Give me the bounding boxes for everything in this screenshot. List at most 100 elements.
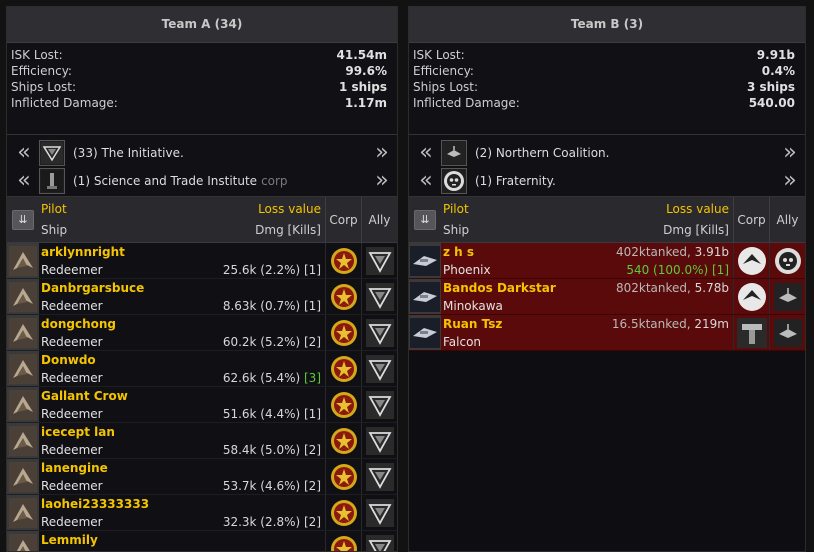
pilot-name[interactable]: Gallant Crow	[41, 387, 128, 405]
ship-name[interactable]: Minokawa	[443, 297, 503, 315]
corp-logo-icon[interactable]	[329, 534, 359, 551]
ship-name[interactable]: Redeemer	[41, 297, 103, 315]
ship-icon[interactable]	[7, 387, 39, 422]
pilot-name[interactable]: icecept lan	[41, 423, 115, 441]
corp-logo-icon[interactable]	[736, 317, 767, 348]
move-left-icon[interactable]: «	[7, 141, 35, 165]
pilot-name[interactable]: arklynnright	[41, 243, 125, 261]
corp-logo-icon[interactable]	[737, 282, 767, 312]
table-row[interactable]: Ruan Tsz 16.5ktanked, 219m Falcon	[409, 315, 805, 351]
col-pilot[interactable]: Pilot	[41, 200, 67, 218]
sti-logo-icon[interactable]	[39, 168, 65, 194]
corp-logo-icon[interactable]	[329, 426, 359, 456]
table-row[interactable]: z h s 402ktanked, 3.91b Phoenix 540 (100.0%…	[409, 243, 805, 279]
alliance-logo-icon[interactable]	[773, 246, 803, 276]
ship-icon[interactable]	[7, 351, 39, 386]
col-ship[interactable]: Ship	[41, 221, 67, 239]
alliance-name[interactable]: Northern Coalition.	[496, 146, 610, 160]
corp-logo-icon[interactable]	[329, 282, 359, 312]
alliance-logo-icon[interactable]	[365, 390, 395, 420]
col-loss[interactable]: Loss value	[666, 200, 729, 218]
nc-logo-icon[interactable]	[441, 140, 467, 166]
corp-logo-icon[interactable]	[329, 354, 359, 384]
ship-icon[interactable]	[409, 279, 441, 314]
table-row[interactable]: Danbrgarsbuce Redeemer 8.63k (0.7%) [1]	[7, 279, 397, 315]
pilot-name[interactable]: Lemmily	[41, 531, 98, 549]
sort-toggle-button[interactable]: ⇊	[12, 209, 34, 230]
ship-name[interactable]: Redeemer	[41, 405, 103, 423]
table-row[interactable]: lanengine Redeemer 53.7k (4.6%) [2]	[7, 459, 397, 495]
move-right-icon[interactable]: »	[773, 169, 801, 193]
alliance-name[interactable]: The Initiative.	[101, 146, 183, 160]
col-corp[interactable]: Corp	[733, 197, 769, 242]
pilot-name[interactable]: Danbrgarsbuce	[41, 279, 144, 297]
ship-name[interactable]: Phoenix	[443, 261, 491, 279]
move-right-icon[interactable]: »	[365, 169, 393, 193]
corp-logo-icon[interactable]	[329, 318, 359, 348]
table-row[interactable]: Bandos Darkstar 802ktanked, 5.78b Minokawa	[409, 279, 805, 315]
ship-name[interactable]: Falcon	[443, 333, 481, 351]
pilot-name[interactable]: Donwdo	[41, 351, 96, 369]
ship-name[interactable]: Redeemer	[41, 261, 103, 279]
pilot-name[interactable]: z h s	[443, 243, 474, 261]
col-dmg[interactable]: Dmg [Kills]	[255, 221, 321, 239]
ship-icon[interactable]	[7, 531, 39, 551]
col-ally[interactable]: Ally	[361, 197, 397, 242]
col-corp[interactable]: Corp	[325, 197, 361, 242]
corp-logo-icon[interactable]	[329, 246, 359, 276]
ship-icon[interactable]	[409, 243, 441, 278]
ship-icon[interactable]	[7, 495, 39, 530]
corp-logo-icon[interactable]	[329, 462, 359, 492]
pilot-name[interactable]: dongchong	[41, 315, 116, 333]
alliance-logo-icon[interactable]	[365, 426, 395, 456]
ship-icon[interactable]	[7, 279, 39, 314]
corp-logo-icon[interactable]	[329, 390, 359, 420]
table-row[interactable]: arklynnright Redeemer 25.6k (2.2%) [1]	[7, 243, 397, 279]
alliance-logo-icon[interactable]	[365, 498, 395, 528]
move-left-icon[interactable]: «	[7, 169, 35, 193]
initiative-logo-icon[interactable]	[39, 140, 65, 166]
sort-toggle-button[interactable]: ⇊	[414, 209, 436, 230]
col-ship[interactable]: Ship	[443, 221, 469, 239]
fraternity-logo-icon[interactable]	[441, 168, 467, 194]
move-left-icon[interactable]: «	[409, 169, 437, 193]
pilot-name[interactable]: laohei23333333	[41, 495, 149, 513]
col-dmg[interactable]: Dmg [Kills]	[663, 221, 729, 239]
table-row[interactable]: icecept lan Redeemer 58.4k (5.0%) [2]	[7, 423, 397, 459]
corp-logo-icon[interactable]	[737, 246, 767, 276]
alliance-logo-icon[interactable]	[365, 354, 395, 384]
alliance-logo-icon[interactable]	[365, 534, 395, 551]
pilot-name[interactable]: Ruan Tsz	[443, 315, 502, 333]
move-right-icon[interactable]: »	[773, 141, 801, 165]
ship-icon[interactable]	[7, 459, 39, 494]
ship-icon[interactable]	[7, 243, 39, 278]
alliance-logo-icon[interactable]	[365, 462, 395, 492]
move-left-icon[interactable]: «	[409, 141, 437, 165]
col-pilot[interactable]: Pilot	[443, 200, 469, 218]
ship-name[interactable]: Redeemer	[41, 513, 103, 531]
ship-name[interactable]: Redeemer	[41, 333, 103, 351]
ship-name[interactable]: Redeemer	[41, 369, 103, 387]
alliance-logo-icon[interactable]	[365, 282, 395, 312]
table-row[interactable]: Lemmily	[7, 531, 397, 551]
pilot-name[interactable]: Bandos Darkstar	[443, 279, 556, 297]
col-loss[interactable]: Loss value	[258, 200, 321, 218]
corp-logo-icon[interactable]	[329, 498, 359, 528]
ship-icon[interactable]	[7, 423, 39, 458]
alliance-logo-icon[interactable]	[365, 246, 395, 276]
ship-name[interactable]: Redeemer	[41, 441, 103, 459]
alliance-logo-icon[interactable]	[773, 318, 803, 348]
alliance-logo-icon[interactable]	[773, 282, 803, 312]
move-right-icon[interactable]: »	[365, 141, 393, 165]
alliance-logo-icon[interactable]	[365, 318, 395, 348]
ship-icon[interactable]	[7, 315, 39, 350]
table-row[interactable]: Gallant Crow Redeemer 51.6k (4.4%) [1]	[7, 387, 397, 423]
alliance-name[interactable]: Fraternity.	[496, 174, 556, 188]
ship-name[interactable]: Redeemer	[41, 477, 103, 495]
table-row[interactable]: laohei23333333 Redeemer 32.3k (2.8%) [2]	[7, 495, 397, 531]
ship-icon[interactable]	[409, 315, 441, 350]
pilot-name[interactable]: lanengine	[41, 459, 108, 477]
alliance-name[interactable]: Science and Trade Institute	[94, 174, 257, 188]
table-row[interactable]: dongchong Redeemer 60.2k (5.2%) [2]	[7, 315, 397, 351]
col-ally[interactable]: Ally	[769, 197, 805, 242]
